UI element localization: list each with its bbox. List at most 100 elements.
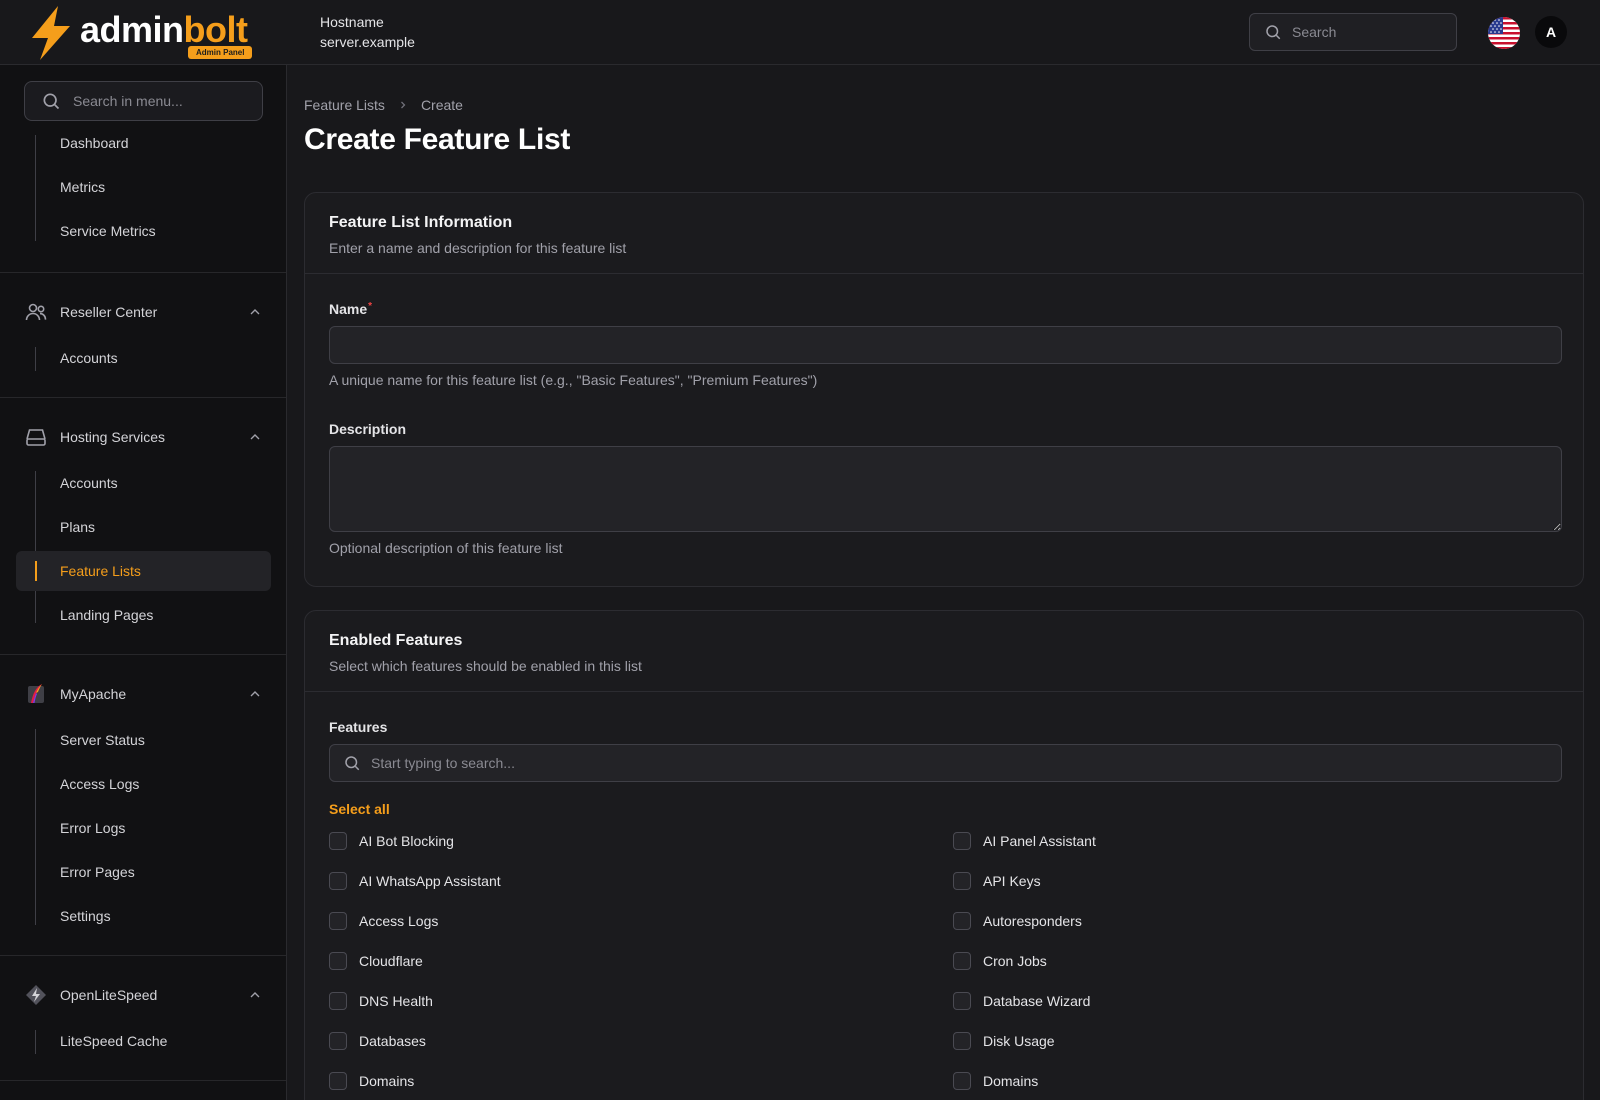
feature-label: Access Logs	[359, 913, 439, 929]
top-bar: adminbolt Admin Panel Hostname server.ex…	[0, 0, 1600, 65]
global-search-input[interactable]	[1292, 24, 1442, 40]
feature-option[interactable]: DNS Health	[329, 991, 433, 1011]
feature-option[interactable]: Domains	[953, 1071, 1038, 1091]
description-textarea[interactable]	[329, 446, 1562, 532]
feature-option[interactable]: Cron Jobs	[953, 951, 1047, 971]
feature-label: AI Panel Assistant	[983, 833, 1096, 849]
brand-word-admin: admin	[80, 9, 184, 50]
feature-option[interactable]: AI Bot Blocking	[329, 831, 454, 851]
us-flag-icon	[1488, 17, 1520, 49]
brand-wordmark: adminbolt	[80, 10, 248, 50]
card-title: Feature List Information	[329, 214, 513, 231]
feature-label: DNS Health	[359, 993, 433, 1009]
feature-checkbox[interactable]	[953, 992, 971, 1010]
search-icon	[1266, 25, 1281, 40]
sidebar: Dashboard Metrics Service Metrics Resell…	[0, 65, 287, 1100]
features-label: Features	[329, 719, 388, 735]
feature-list-information-card: Feature List Information Enter a name an…	[304, 192, 1584, 587]
feature-checkbox[interactable]	[329, 872, 347, 890]
feature-label: Cloudflare	[359, 953, 423, 969]
brand-badge: Admin Panel	[188, 46, 253, 59]
sidebar-item-hosting-accounts[interactable]: Accounts	[16, 463, 271, 503]
feature-label: AI WhatsApp Assistant	[359, 873, 501, 889]
feature-checkbox[interactable]	[329, 992, 347, 1010]
feature-checkbox[interactable]	[953, 1072, 971, 1090]
sidebar-group-reseller-center[interactable]: Reseller Center	[16, 292, 271, 332]
user-avatar[interactable]: A	[1535, 16, 1567, 48]
sidebar-item-error-logs[interactable]: Error Logs	[16, 808, 271, 848]
sidebar-divider	[0, 1080, 286, 1081]
sidebar-item-plans[interactable]: Plans	[16, 507, 271, 547]
feature-option[interactable]: Cloudflare	[329, 951, 423, 971]
chevron-up-icon	[250, 434, 260, 440]
sidebar-divider	[0, 397, 286, 398]
feature-checkbox[interactable]	[329, 1072, 347, 1090]
feature-option[interactable]: Disk Usage	[953, 1031, 1055, 1051]
sidebar-item-settings[interactable]: Settings	[16, 896, 271, 936]
feature-checkbox[interactable]	[953, 912, 971, 930]
page-title: Create Feature List	[304, 123, 571, 156]
breadcrumb-create: Create	[420, 97, 463, 113]
feature-option[interactable]: Database Wizard	[953, 991, 1090, 1011]
name-label: Name*	[329, 301, 372, 317]
sidebar-item-reseller-accounts[interactable]: Accounts	[16, 338, 271, 378]
sidebar-search-input[interactable]	[73, 93, 253, 109]
hostname-value: server.example	[320, 34, 415, 50]
feature-label: Databases	[359, 1033, 426, 1049]
features-search-input[interactable]	[371, 755, 1521, 771]
feature-label: API Keys	[983, 873, 1041, 889]
sidebar-group-label: MyApache	[60, 686, 127, 702]
sidebar-item-service-metrics[interactable]: Service Metrics	[16, 211, 271, 251]
brand-logo[interactable]: adminbolt Admin Panel	[28, 6, 260, 60]
feature-checkbox[interactable]	[329, 1032, 347, 1050]
sidebar-item-litespeed-cache[interactable]: LiteSpeed Cache	[16, 1021, 271, 1061]
name-input[interactable]	[329, 326, 1562, 364]
feature-checkbox[interactable]	[953, 872, 971, 890]
feature-option[interactable]: AI Panel Assistant	[953, 831, 1096, 851]
sidebar-group-hosting-services[interactable]: Hosting Services	[16, 417, 271, 457]
feature-label: Database Wizard	[983, 993, 1091, 1009]
sidebar-divider	[0, 272, 286, 273]
global-search[interactable]	[1249, 13, 1457, 51]
sidebar-item-server-status[interactable]: Server Status	[16, 720, 271, 760]
sidebar-item-feature-lists[interactable]: Feature Lists	[16, 551, 271, 591]
feature-option[interactable]: Autoresponders	[953, 911, 1082, 931]
feature-option[interactable]: Databases	[329, 1031, 426, 1051]
apache-feather-icon	[24, 682, 48, 706]
feature-checkbox[interactable]	[953, 1032, 971, 1050]
us-flag-language-icon[interactable]	[1488, 17, 1520, 49]
chevron-up-icon	[250, 309, 260, 315]
card-subtitle: Enter a name and description for this fe…	[329, 240, 627, 256]
feature-checkbox[interactable]	[953, 952, 971, 970]
feature-checkbox[interactable]	[329, 952, 347, 970]
feature-checkbox[interactable]	[953, 832, 971, 850]
sidebar-item-landing-pages[interactable]: Landing Pages	[16, 595, 271, 635]
card-title: Enabled Features	[329, 632, 463, 649]
sidebar-search[interactable]	[24, 81, 263, 121]
feature-option[interactable]: Domains	[329, 1071, 414, 1091]
select-all-link[interactable]: Select all	[329, 801, 390, 817]
sidebar-group-openlitespeed[interactable]: OpenLiteSpeed	[16, 975, 271, 1015]
users-icon	[24, 300, 48, 324]
feature-option[interactable]: API Keys	[953, 871, 1041, 891]
feature-option[interactable]: Access Logs	[329, 911, 438, 931]
server-drive-icon	[24, 425, 48, 449]
sidebar-item-error-pages[interactable]: Error Pages	[16, 852, 271, 892]
chevron-up-icon	[250, 691, 260, 697]
feature-label: Domains	[359, 1073, 415, 1089]
main-content: Feature Lists Create Create Feature List…	[288, 65, 1600, 1100]
sidebar-group-myapache[interactable]: MyApache	[16, 674, 271, 714]
sidebar-item-access-logs[interactable]: Access Logs	[16, 764, 271, 804]
features-search[interactable]	[329, 744, 1562, 782]
sidebar-divider	[0, 654, 286, 655]
sidebar-item-metrics[interactable]: Metrics	[16, 167, 271, 207]
breadcrumb-feature-lists[interactable]: Feature Lists	[304, 97, 385, 113]
hostname-label: Hostname	[320, 14, 384, 30]
sidebar-item-dashboard[interactable]: Dashboard	[16, 123, 271, 163]
feature-option[interactable]: AI WhatsApp Assistant	[329, 871, 501, 891]
card-header: Enabled Features Select which features s…	[305, 611, 1583, 692]
feature-checkbox[interactable]	[329, 832, 347, 850]
breadcrumb: Feature Lists Create	[304, 97, 463, 113]
feature-checkbox[interactable]	[329, 912, 347, 930]
enabled-features-card: Enabled Features Select which features s…	[304, 610, 1584, 1100]
